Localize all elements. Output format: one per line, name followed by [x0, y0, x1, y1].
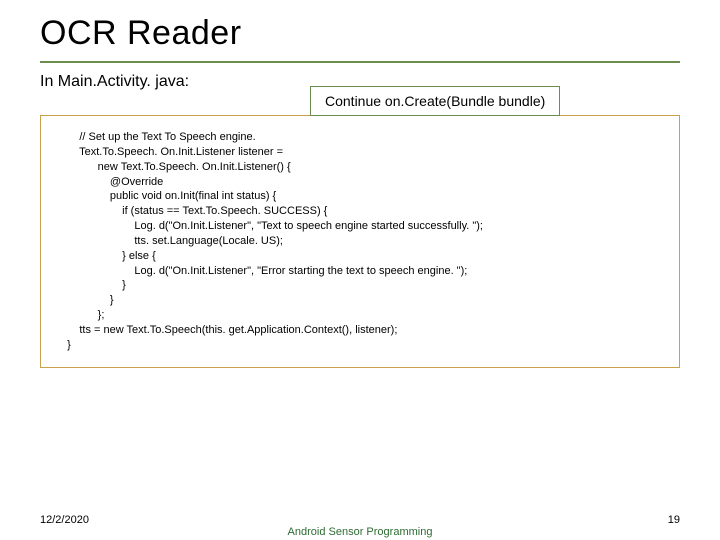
page-title: OCR Reader: [40, 14, 680, 53]
footer-date: 12/2/2020: [40, 514, 89, 526]
callout-box: Continue on.Create(Bundle bundle): [310, 86, 560, 116]
code-box: // Set up the Text To Speech engine. Tex…: [40, 115, 680, 368]
slide: OCR Reader In Main.Activity. java: Conti…: [0, 0, 720, 540]
title-underline: [40, 61, 680, 63]
footer-center: Android Sensor Programming: [0, 526, 720, 538]
footer-page-number: 19: [668, 514, 680, 526]
